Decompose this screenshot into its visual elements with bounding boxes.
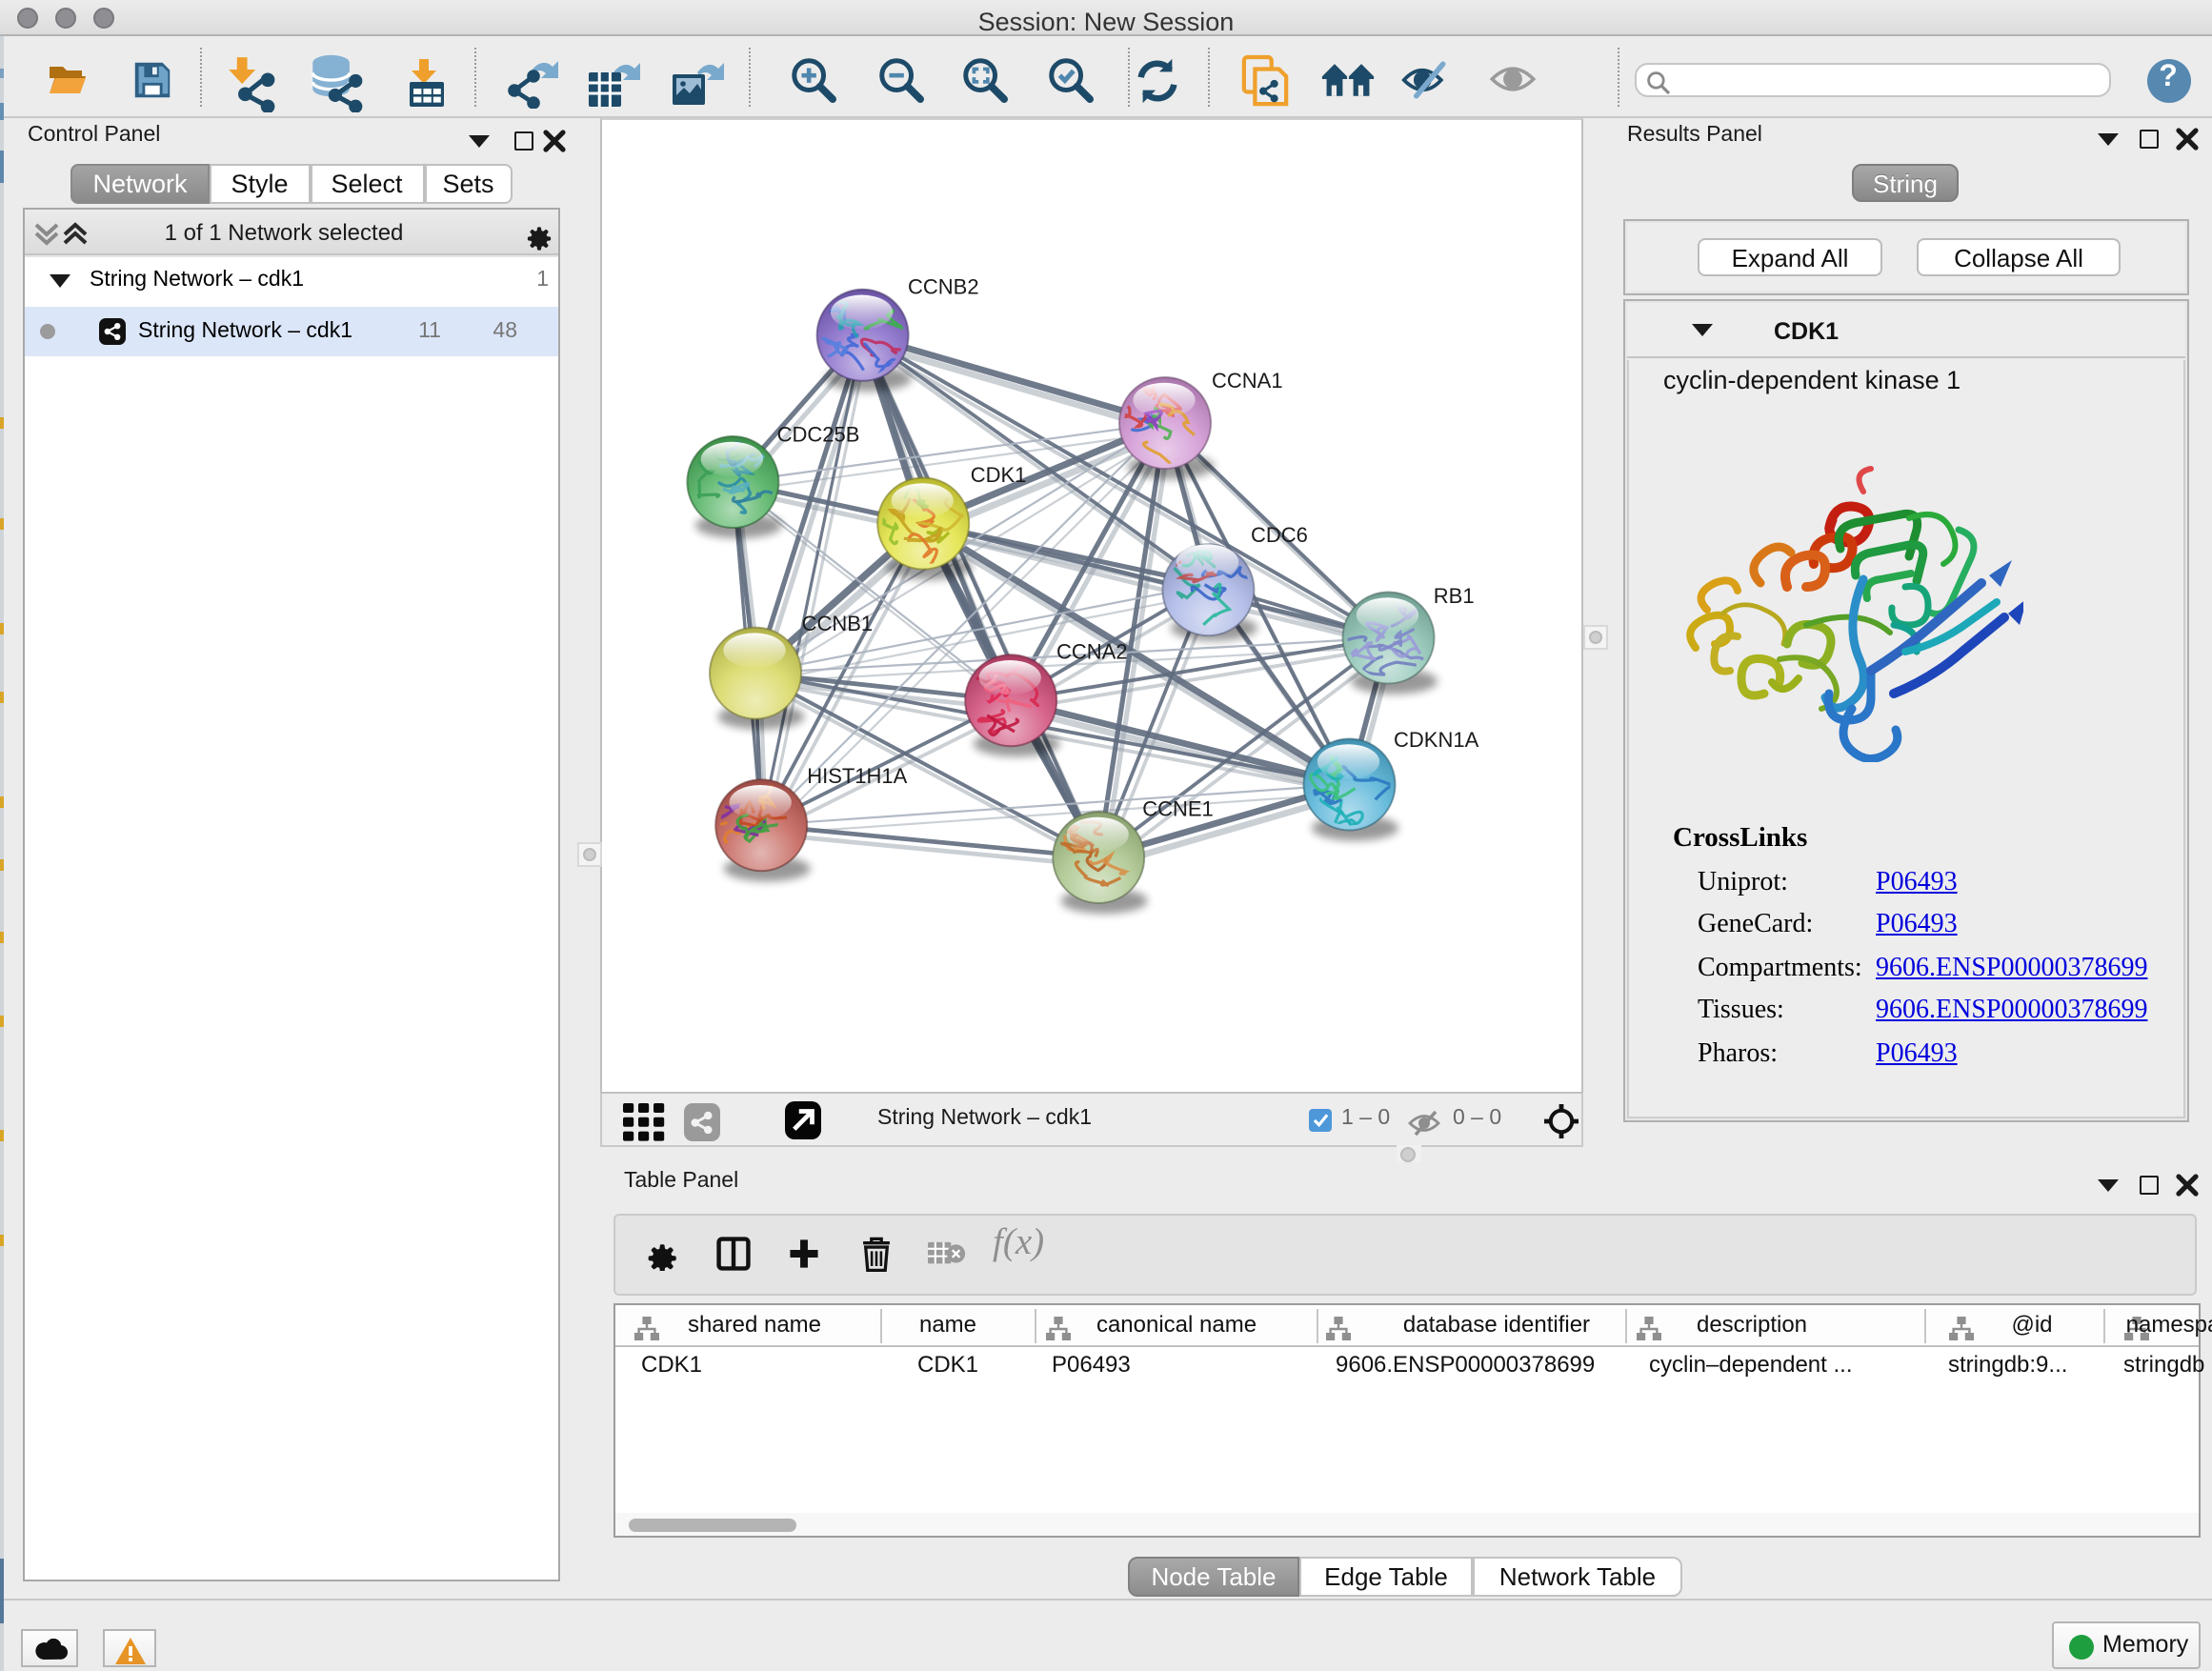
svg-text:CCNA2: CCNA2 bbox=[1056, 639, 1128, 663]
svg-text:CDC6: CDC6 bbox=[1251, 523, 1308, 547]
svg-text:HIST1H1A: HIST1H1A bbox=[807, 764, 907, 788]
svg-text:CCNA1: CCNA1 bbox=[1212, 369, 1283, 393]
svg-text:CCNB2: CCNB2 bbox=[908, 275, 979, 299]
svg-text:CCNE1: CCNE1 bbox=[1142, 796, 1214, 820]
svg-text:CDC25B: CDC25B bbox=[777, 422, 860, 446]
svg-text:RB1: RB1 bbox=[1434, 584, 1475, 608]
svg-text:CCNB1: CCNB1 bbox=[802, 612, 874, 635]
svg-text:CDKN1A: CDKN1A bbox=[1394, 728, 1479, 752]
svg-text:CDK1: CDK1 bbox=[971, 463, 1027, 487]
